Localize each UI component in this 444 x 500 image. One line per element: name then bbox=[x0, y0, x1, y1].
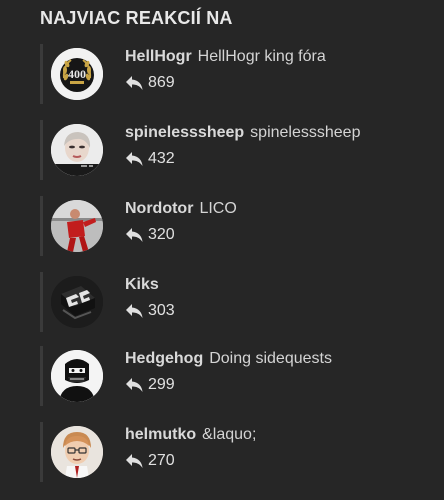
svg-text:400: 400 bbox=[68, 67, 86, 81]
reaction-count-value: 303 bbox=[148, 302, 175, 319]
football-player-icon bbox=[51, 200, 103, 252]
reaction-count: 299 bbox=[125, 376, 175, 394]
reply-arrow-icon bbox=[125, 377, 144, 393]
user-name-line: Nordotor LICO bbox=[125, 200, 237, 218]
list-item: Nordotor LICO 320 bbox=[40, 196, 444, 256]
reaction-count-value: 432 bbox=[148, 150, 175, 167]
item-divider bbox=[40, 120, 43, 180]
woman-portrait-icon bbox=[51, 124, 103, 176]
user-title: HellHogr king fóra bbox=[197, 48, 326, 65]
user-title: LICO bbox=[199, 200, 237, 217]
user-title: spinelesssheep bbox=[250, 124, 361, 141]
user-title: Doing sidequests bbox=[209, 350, 332, 367]
football-player-avatar[interactable] bbox=[51, 200, 103, 252]
user-name-line: spinelesssheep spinelesssheep bbox=[125, 124, 360, 142]
user-name-line: Hedgehog Doing sidequests bbox=[125, 350, 332, 368]
user-title: &laquo; bbox=[202, 426, 257, 443]
geometric-logo-icon bbox=[51, 276, 103, 328]
laurel-400-badge-icon: 400 bbox=[51, 48, 103, 100]
cartoon-face-icon bbox=[51, 426, 103, 478]
username-link[interactable]: HellHogr bbox=[125, 48, 192, 65]
username-link[interactable]: spinelesssheep bbox=[125, 124, 244, 141]
username-link[interactable]: Nordotor bbox=[125, 200, 193, 217]
cartoon-face-avatar[interactable] bbox=[51, 426, 103, 478]
geometric-logo-avatar[interactable] bbox=[51, 276, 103, 328]
item-divider bbox=[40, 44, 43, 104]
reaction-count-value: 299 bbox=[148, 376, 175, 393]
reaction-count: 320 bbox=[125, 226, 175, 244]
user-name-line: helmutko &laquo; bbox=[125, 426, 256, 444]
username-link[interactable]: helmutko bbox=[125, 426, 196, 443]
item-divider bbox=[40, 272, 43, 332]
masked-figure-icon bbox=[51, 350, 103, 402]
laurel-400-badge-avatar[interactable]: 400 bbox=[51, 48, 103, 100]
list-item: Hedgehog Doing sidequests 299 bbox=[40, 346, 444, 406]
woman-portrait-avatar[interactable] bbox=[51, 124, 103, 176]
reaction-count: 869 bbox=[125, 74, 175, 92]
masked-figure-avatar[interactable] bbox=[51, 350, 103, 402]
item-divider bbox=[40, 196, 43, 256]
username-link[interactable]: Kiks bbox=[125, 276, 159, 293]
reaction-count-value: 320 bbox=[148, 226, 175, 243]
user-name-line: Kiks bbox=[125, 276, 165, 294]
user-name-line: HellHogr HellHogr king fóra bbox=[125, 48, 326, 66]
reply-arrow-icon bbox=[125, 151, 144, 167]
reaction-count-value: 869 bbox=[148, 74, 175, 91]
username-link[interactable]: Hedgehog bbox=[125, 350, 203, 367]
widget-title: NAJVIAC REAKCIÍ NA bbox=[40, 8, 233, 28]
reply-arrow-icon bbox=[125, 453, 144, 469]
reaction-count: 303 bbox=[125, 302, 175, 320]
list-item: spinelesssheep spinelesssheep 432 bbox=[40, 120, 444, 180]
item-divider bbox=[40, 346, 43, 406]
item-divider bbox=[40, 422, 43, 482]
list-item: 400 HellHogr HellHogr king fóra 869 bbox=[40, 44, 444, 104]
reply-arrow-icon bbox=[125, 227, 144, 243]
reply-arrow-icon bbox=[125, 75, 144, 91]
reaction-count: 270 bbox=[125, 452, 175, 470]
list-item: helmutko &laquo; 270 bbox=[40, 422, 444, 482]
most-reactions-widget: NAJVIAC REAKCIÍ NA 400 HellHogr HellHogr… bbox=[0, 0, 444, 500]
reply-arrow-icon bbox=[125, 303, 144, 319]
list-item: Kiks 303 bbox=[40, 272, 444, 332]
reaction-count-value: 270 bbox=[148, 452, 175, 469]
reaction-count: 432 bbox=[125, 150, 175, 168]
